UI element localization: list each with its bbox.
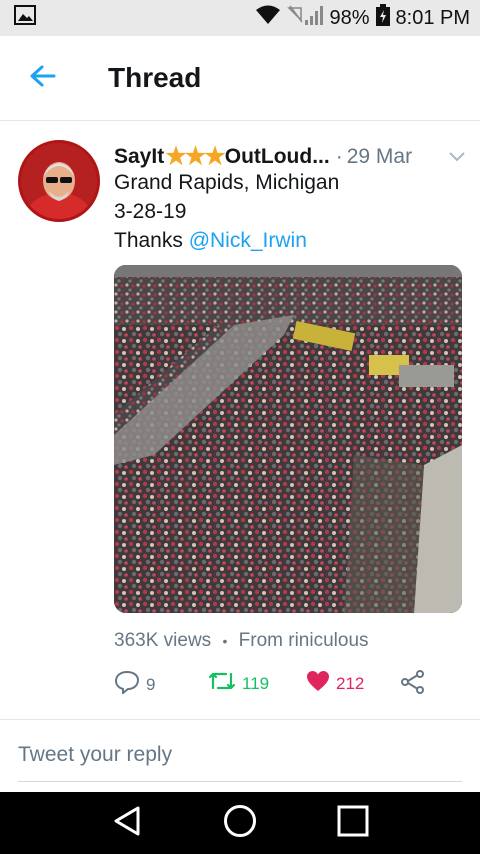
reply-underline [18,781,462,782]
meta-separator: • [222,633,228,649]
tweet[interactable]: SayIt ★★★ OutLoud... · 29 Mar Grand Rapi… [0,122,480,718]
nav-home-icon [223,804,257,843]
tweet-media[interactable] [114,265,462,613]
reply-input[interactable]: Tweet your reply [18,743,172,767]
chevron-down-icon[interactable] [448,145,466,169]
share-icon [400,670,426,699]
system-nav-bar [0,792,480,854]
divider [0,719,480,720]
nav-recents-button[interactable] [323,798,383,848]
tweet-meta: 363K views • From riniculous [114,630,369,652]
nav-back-button[interactable] [97,798,157,848]
share-button[interactable] [400,670,426,699]
status-bar: 98% 8:01 PM [0,0,480,36]
battery-level: 98% [329,6,370,29]
gallery-icon [14,5,36,31]
heart-icon [306,670,330,697]
tweet-header: SayIt ★★★ OutLoud... · 29 Mar [114,142,466,171]
back-button[interactable] [0,36,84,121]
reply-count: 9 [146,674,156,694]
tweet-text-line-1: Grand Rapids, Michigan [114,171,340,194]
clock: 8:01 PM [395,6,470,29]
author-name-stars: ★★★ [165,143,226,170]
mention-link[interactable]: @Nick_Irwin [189,229,307,252]
tweet-text-line-3: Thanks @Nick_Irwin [114,229,307,253]
avatar[interactable] [18,140,100,222]
tweet-date: 29 Mar [346,144,413,168]
signal-icon [287,4,324,32]
view-count: 363K views [114,630,212,651]
retweet-icon [208,670,236,697]
header-separator: · [335,144,343,168]
tweet-source[interactable]: From riniculous [239,630,369,651]
tweet-actions: 9 119 212 [114,670,464,700]
thanks-text: Thanks [114,229,189,252]
author-name-suffix: OutLoud... [224,144,330,168]
like-count: 212 [336,673,365,693]
back-arrow-icon [28,64,56,93]
app-bar: Thread [0,36,480,121]
page-title: Thread [108,62,202,93]
reply-icon [114,670,140,699]
battery-icon [375,4,390,32]
retweet-count: 119 [242,673,270,693]
nav-back-icon [112,805,142,842]
tweet-text-line-2: 3-28-19 [114,200,187,223]
author-name-prefix: SayIt [114,144,165,168]
nav-recents-icon [337,805,369,842]
reply-button[interactable]: 9 [114,670,155,699]
author-name[interactable]: SayIt ★★★ OutLoud... [114,142,330,171]
wifi-icon [255,5,281,31]
nav-home-button[interactable] [210,798,270,848]
retweet-button[interactable]: 119 [208,670,269,697]
like-button[interactable]: 212 [306,670,364,697]
